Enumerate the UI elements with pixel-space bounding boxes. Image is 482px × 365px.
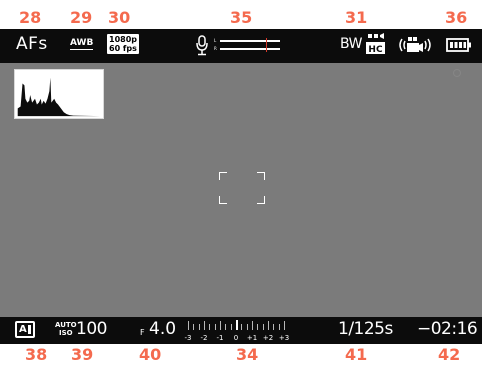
audio-meter-peak-marker [266,38,267,52]
ev-scale-label: -1 [216,334,224,342]
callout-40: 40 [139,345,162,364]
callout-42: 42 [438,345,461,364]
callout-31: 31 [345,8,368,27]
ev-scale-tick [241,324,243,330]
ev-scale-tick [230,324,232,330]
ev-scale-tick [209,324,211,330]
aperture-value: 4.0 [149,319,177,339]
ev-scale-tick [220,321,221,330]
ev-scale-label: +1 [246,334,258,342]
ev-scale-label: 0 [233,334,239,342]
focus-field-icon[interactable] [219,172,265,204]
recording-time: −02:16 [417,319,478,339]
camera-audio-icon [399,37,431,52]
callout-35: 35 [230,8,253,27]
audio-meter-right-label: R [214,46,217,51]
program-glyph: A [19,324,27,335]
program-auto-icon: A [15,321,35,338]
iso-auto-label: AUTO [55,321,77,329]
shutter-speed: 1/125s [338,319,393,339]
ev-scale-tick [188,321,189,330]
exposure-compensation-scale: -3 -2 -1 0 +1 +2 +3 [180,317,304,344]
ev-scale-label: +2 [262,334,274,342]
iso-value: 100 [76,319,107,339]
callout-30: 30 [108,8,131,27]
ev-scale-tick [262,324,264,330]
ev-scale-tick [268,321,269,330]
video-fps: 60 fps [109,44,137,53]
aperture-prefix: F [140,328,145,337]
focus-bracket-bottom-right [257,196,265,204]
callout-38: 38 [25,345,48,364]
film-style-hc-icon: HC [366,33,385,55]
callout-28: 28 [19,8,42,27]
film-style-badge: HC [368,45,383,55]
focus-bracket-top-right [257,172,265,180]
iso-label-stack: AUTO ISO [55,321,77,337]
ev-scale-tick [246,324,248,330]
program-bar [28,325,31,334]
ev-scale-tick [278,324,280,330]
callout-41: 41 [345,345,368,364]
focus-peaking-mark [453,69,461,77]
ev-scale-tick [193,324,195,330]
focus-mode: AFs [16,34,48,54]
histogram-icon [14,69,104,119]
ev-scale-tick [225,324,227,330]
audio-meter-right-bar [220,48,280,50]
ev-scale-label: -2 [200,334,208,342]
ev-scale-tick [252,321,253,330]
ev-scale-tick [204,321,205,330]
video-resolution: 1080p [109,35,137,44]
ev-scale-tick [214,324,216,330]
callout-34: 34 [236,345,259,364]
ev-scale-label: +3 [278,334,290,342]
ev-current-marker [235,320,238,330]
bottom-status-bar: A AUTO ISO 100 F 4.0 -3 -2 -1 0 +1 +2 +3 1/125… [0,317,482,344]
battery-full-icon [446,38,471,52]
focus-bracket-bottom-left [219,196,227,204]
white-balance: AWB [70,38,94,50]
iso-label: ISO [59,329,73,337]
callout-39: 39 [71,345,94,364]
ev-scale-label: -3 [184,334,192,342]
top-status-bar: AFs AWB 1080p 60 fps L R BW HC [0,29,482,63]
microphone-icon [196,35,208,56]
ev-scale-tick [273,324,275,330]
audio-level-meter: L R [214,38,280,52]
focus-bracket-top-left [219,172,227,180]
callout-36: 36 [445,8,468,27]
audio-meter-left-label: L [214,38,217,43]
video-resolution-badge: 1080p 60 fps [107,34,139,54]
ev-scale-tick [284,321,285,330]
audio-meter-left-bar [220,40,280,42]
ev-scale-tick [198,324,200,330]
ev-scale-tick [257,324,259,330]
live-view [0,63,482,317]
film-style: BW [340,36,362,52]
callout-29: 29 [70,8,93,27]
